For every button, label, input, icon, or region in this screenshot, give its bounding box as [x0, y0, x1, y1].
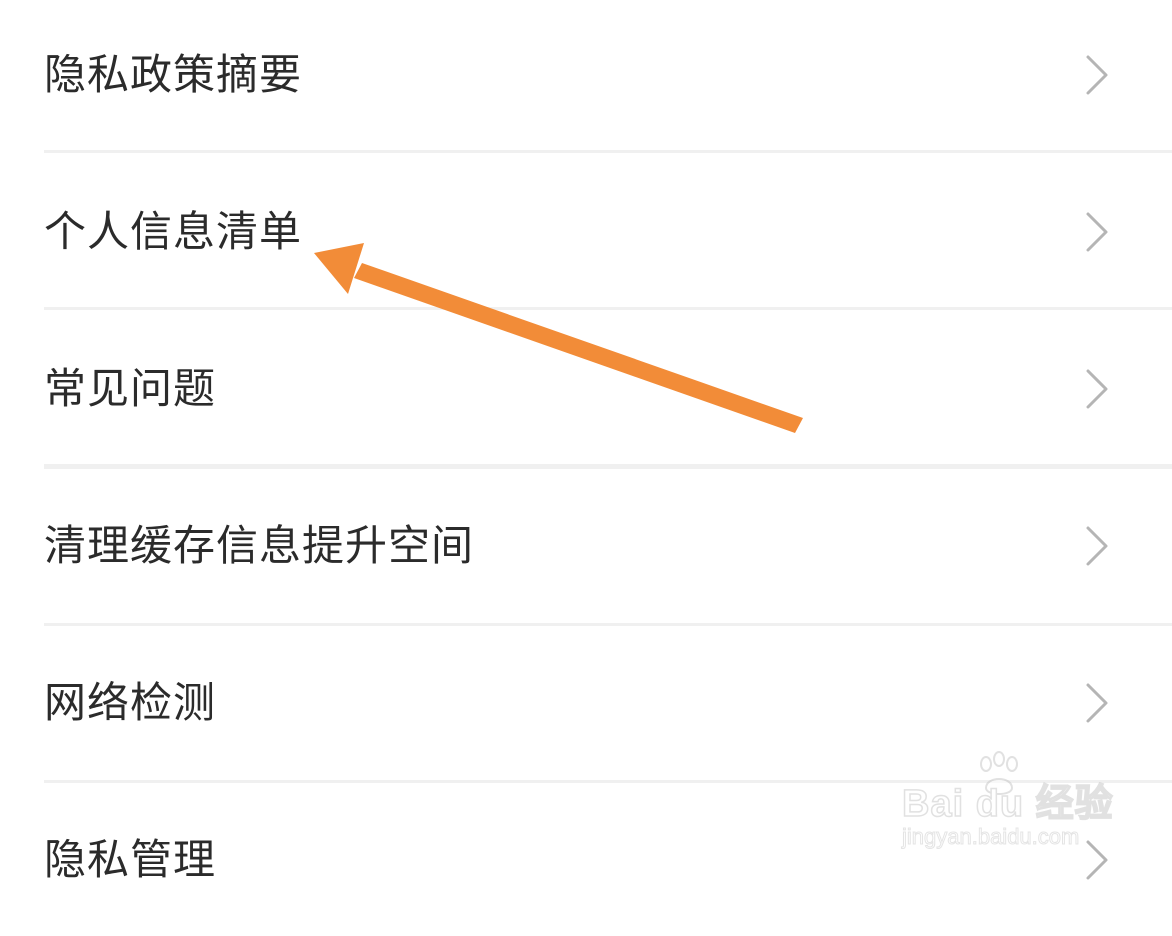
menu-item-privacy-management[interactable]: 隐私管理	[0, 786, 1172, 936]
divider	[44, 307, 1172, 310]
menu-item-label: 网络检测	[44, 678, 217, 727]
menu-item-label: 个人信息清单	[44, 207, 303, 256]
chevron-right-icon	[1086, 526, 1108, 566]
chevron-right-icon	[1086, 840, 1108, 880]
menu-item-label: 隐私政策摘要	[44, 50, 303, 99]
menu-item-label: 隐私管理	[44, 835, 217, 884]
chevron-right-icon	[1086, 212, 1108, 252]
divider	[44, 780, 1172, 783]
divider	[44, 623, 1172, 626]
menu-item-label: 常见问题	[44, 364, 217, 413]
menu-item-faq[interactable]: 常见问题	[0, 314, 1172, 464]
menu-item-privacy-summary[interactable]: 隐私政策摘要	[0, 0, 1172, 150]
chevron-right-icon	[1086, 369, 1108, 409]
menu-item-network-check[interactable]: 网络检测	[0, 628, 1172, 778]
chevron-right-icon	[1086, 55, 1108, 95]
settings-menu-list: 隐私政策摘要 个人信息清单 常见问题 清理缓存信息提升空间 网络检测 隐私管理	[0, 0, 1172, 884]
chevron-right-icon	[1086, 683, 1108, 723]
divider	[44, 150, 1172, 153]
menu-item-clear-cache[interactable]: 清理缓存信息提升空间	[0, 471, 1172, 621]
divider	[44, 464, 1172, 469]
menu-item-personal-info-list[interactable]: 个人信息清单	[0, 157, 1172, 307]
menu-item-label: 清理缓存信息提升空间	[44, 521, 475, 570]
